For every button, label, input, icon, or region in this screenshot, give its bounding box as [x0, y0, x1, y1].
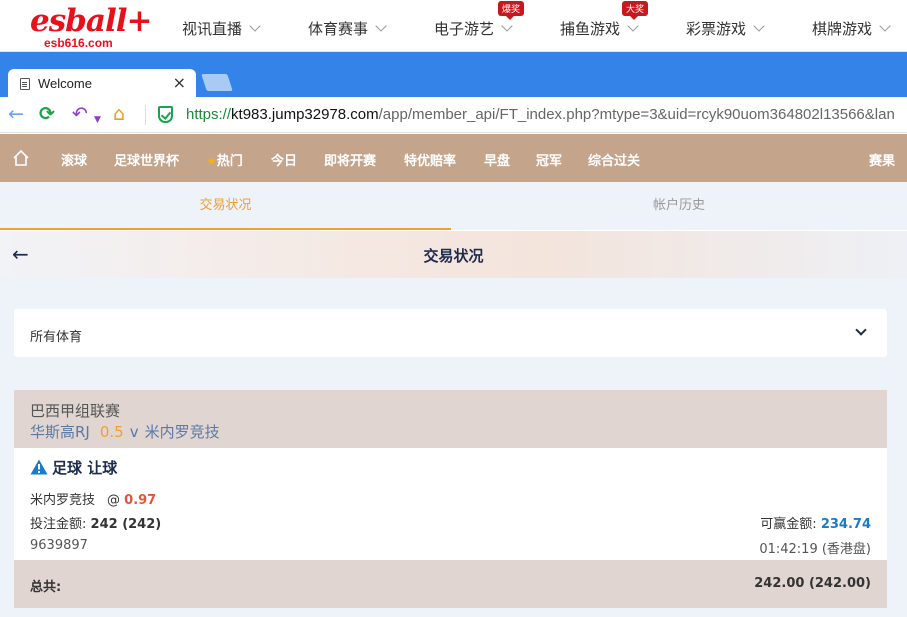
star-icon: ★ — [206, 154, 217, 168]
chevron-down-icon — [501, 20, 513, 32]
page-header: ← 交易状况 — [0, 231, 907, 278]
bet-card: 巴西甲组联赛 华斯高RJ 0.5 v 米内罗竞技 足球 让球 米内罗竞技 @ 0.97 … — [14, 390, 887, 608]
divider — [145, 105, 146, 125]
tab-account-history[interactable]: 帐户历史 — [451, 182, 907, 230]
versus: v — [129, 423, 139, 441]
selection-line: 米内罗竞技 @ 0.97 — [30, 489, 156, 508]
matchup: 华斯高RJ 0.5 v 米内罗竞技 — [30, 421, 220, 442]
sport-filter-select[interactable]: 所有体育 — [14, 309, 887, 357]
nav-cards[interactable]: 棋牌游戏 — [812, 18, 891, 39]
nav-lottery[interactable]: 彩票游戏 — [686, 18, 765, 39]
url-host: kt983.jump32978.com — [231, 106, 379, 123]
total-row: 总共: 242.00 (242.00) — [14, 560, 887, 608]
logo-domain: esb616.com — [44, 36, 113, 50]
sport-filter-value: 所有体育 — [30, 330, 83, 345]
chevron-down-icon — [375, 20, 387, 32]
url-field[interactable]: https://kt983.jump32978.com/app/member_a… — [186, 106, 895, 123]
bet-type-label: 足球 让球 — [52, 459, 118, 477]
stake-line: 投注金额: 242 (242) — [30, 513, 161, 532]
at-sign: @ — [107, 493, 121, 508]
shield-check-icon[interactable] — [158, 106, 173, 123]
cat-best-odds[interactable]: 特优赔率 — [404, 150, 456, 169]
home-icon[interactable]: ⌂ — [113, 104, 125, 124]
chevron-down-icon — [855, 324, 867, 336]
chevron-down-icon — [627, 20, 639, 32]
cat-hot[interactable]: ★热门 — [206, 150, 243, 169]
url-scheme: https:// — [186, 106, 232, 123]
total-value: 242.00 (242.00) — [754, 576, 871, 591]
stake-label: 投注金额: — [30, 517, 87, 532]
page-title: 交易状况 — [423, 247, 484, 265]
hot-badge: 大奖 — [622, 1, 649, 20]
nav-fishing[interactable]: 大奖 捕鱼游戏 — [560, 1, 649, 39]
league-name: 巴西甲组联赛 — [30, 402, 121, 420]
chevron-down-icon — [753, 20, 765, 32]
nav-live-video[interactable]: 视讯直播 — [182, 18, 261, 39]
home-icon[interactable] — [12, 149, 30, 167]
main-content: 所有体育 巴西甲组联赛 华斯高RJ 0.5 v 米内罗竞技 足球 让球 米内罗竞技 @ … — [0, 278, 907, 617]
nav-label: 视讯直播 — [182, 20, 243, 38]
chevron-down-icon — [879, 20, 891, 32]
win-value: 234.74 — [820, 517, 871, 532]
bet-time: 01:42:19 (香港盘) — [759, 542, 871, 557]
selection: 米内罗竞技 — [30, 493, 96, 508]
document-icon — [20, 78, 30, 90]
cat-worldcup[interactable]: 足球世界杯 — [114, 150, 179, 169]
site-header: esball+ esb616.com 视讯直播 体育赛事 爆奖 电子游艺 大奖 捕鱼… — [0, 0, 907, 52]
cat-upcoming[interactable]: 即将开赛 — [324, 150, 376, 169]
hot-badge: 爆奖 — [498, 1, 525, 20]
bet-type: 足球 让球 — [30, 457, 117, 478]
total-label: 总共: — [30, 580, 62, 595]
nav-label: 电子游艺 — [434, 20, 495, 38]
nav-sports[interactable]: 体育赛事 — [308, 18, 387, 39]
warning-icon — [30, 459, 48, 475]
cat-hot-label: 热门 — [216, 154, 243, 169]
browser-tab[interactable]: Welcome × — [8, 69, 196, 97]
back-arrow-icon[interactable]: ← — [8, 104, 24, 124]
chevron-down-icon — [249, 20, 261, 32]
site-logo[interactable]: esball+ esb616.com — [30, 3, 152, 51]
cat-inplay[interactable]: 滚球 — [61, 150, 87, 169]
cat-today[interactable]: 今日 — [271, 150, 297, 169]
cat-parlay[interactable]: 综合过关 — [588, 150, 640, 169]
ticket-id: 9639897 — [30, 538, 88, 553]
away-team: 米内罗竞技 — [144, 423, 220, 441]
url-path: /app/member_api/FT_index.php?mtype=3&uid… — [378, 106, 895, 123]
win-label: 可赢金额: — [760, 517, 817, 532]
browser-tabstrip: Welcome × — [0, 52, 907, 97]
nav-label: 棋牌游戏 — [812, 20, 873, 38]
nav-label: 体育赛事 — [308, 20, 369, 38]
odds: 0.97 — [124, 493, 157, 508]
address-bar: ← ⟳ ↶ ▼ ⌂ https://kt983.jump32978.com/ap… — [0, 97, 907, 133]
nav-label: 捕鱼游戏 — [560, 20, 621, 38]
league-header: 巴西甲组联赛 华斯高RJ 0.5 v 米内罗竞技 — [14, 390, 887, 448]
new-tab-button[interactable] — [201, 74, 233, 91]
handicap: 0.5 — [99, 423, 124, 441]
cat-early[interactable]: 早盘 — [484, 150, 510, 169]
close-icon[interactable]: × — [173, 73, 186, 92]
home-team: 华斯高RJ — [30, 423, 90, 441]
tab-title: Welcome — [38, 76, 92, 91]
caret-down-icon[interactable]: ▼ — [94, 110, 101, 130]
logo-text: esball+ — [30, 3, 152, 39]
category-bar: 滚球 足球世界杯 ★热门 今日 即将开赛 特优赔率 早盘 冠军 综合过关 赛果 — [0, 134, 907, 182]
sub-tabs: 交易状况 帐户历史 — [0, 182, 907, 230]
nav-label: 彩票游戏 — [686, 20, 747, 38]
stake-value: 242 (242) — [90, 517, 162, 532]
undo-icon[interactable]: ↶ — [72, 104, 88, 124]
cat-outright[interactable]: 冠军 — [536, 150, 562, 169]
win-line: 可赢金额: 234.74 — [760, 513, 871, 532]
tab-transactions[interactable]: 交易状况 — [0, 182, 451, 230]
nav-slots[interactable]: 爆奖 电子游艺 — [434, 1, 525, 39]
reload-icon[interactable]: ⟳ — [39, 104, 55, 124]
cat-results[interactable]: 赛果 — [869, 150, 895, 169]
